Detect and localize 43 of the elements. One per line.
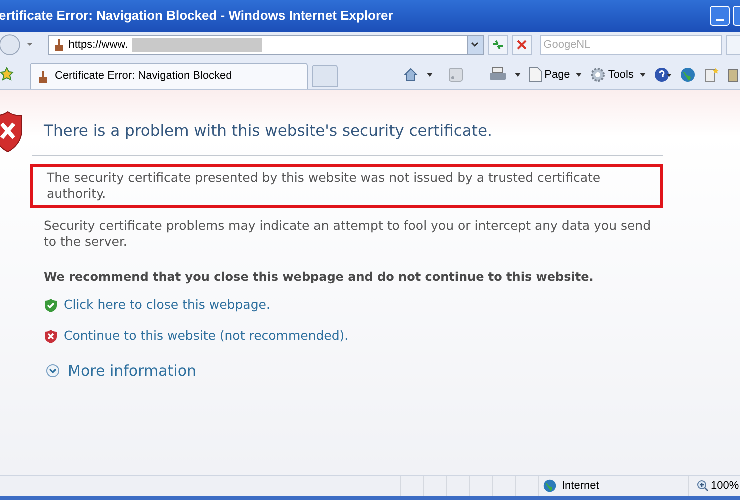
favorites-star-icon[interactable] [0,67,14,81]
search-field[interactable]: GoogeNL [540,35,722,55]
shield-check-icon [44,298,58,314]
security-zone-text: Internet [562,478,600,494]
action-link[interactable]: Click here to close this webpage. [64,296,270,315]
stop-button[interactable] [512,35,532,55]
recommendation-text: We recommend that you close this webpage and do not continue to this website. [43,269,595,286]
certificate-icon [37,70,49,84]
home-icon[interactable] [402,66,419,83]
address-dropdown-button[interactable] [466,36,483,54]
gear-icon [590,66,606,83]
expand-icon [46,364,60,378]
address-text: https://www. [68,38,128,53]
warning-message: The security certificate presented by this website was not issued by a trusted certificate authority. [47,170,602,202]
help-icon[interactable] [654,66,672,83]
stop-x-icon [516,40,527,50]
action-link[interactable]: Continue to this website (not recommended). [64,327,349,346]
address-field[interactable]: https://www. [48,35,484,55]
more-information-link[interactable]: More information [46,360,664,382]
certificate-icon [52,38,65,52]
dropdown-icon[interactable] [514,72,521,77]
tools-menu-button[interactable]: Tools [590,66,646,83]
minimize-button[interactable] [710,6,730,26]
dropdown-icon [576,72,582,77]
dropdown-icon [640,72,646,77]
back-button[interactable] [0,33,22,57]
shield-x-icon [44,328,58,344]
refresh-arrows-icon [492,40,504,50]
chevron-down-icon [471,42,480,48]
error-shield-icon [0,110,22,154]
page-menu-button[interactable]: Page [528,66,582,83]
error-heading: There is a problem with this website's security certificate. [32,110,663,156]
explanation-text: Security certificate problems may indicate an attempt to fool you or intercept any data you send to the server. [43,218,652,250]
dropdown-icon[interactable] [426,72,433,77]
maximize-button[interactable] [733,6,740,26]
refresh-button[interactable] [488,35,508,55]
page-icon [528,66,543,83]
globe-icon [543,479,557,493]
browser-tab[interactable]: Certificate Error: Navigation Blocked [30,63,308,89]
note-icon[interactable] [704,66,720,83]
zoom-icon [697,480,709,492]
globe-icon[interactable] [680,66,696,83]
printer-icon[interactable] [488,66,507,83]
